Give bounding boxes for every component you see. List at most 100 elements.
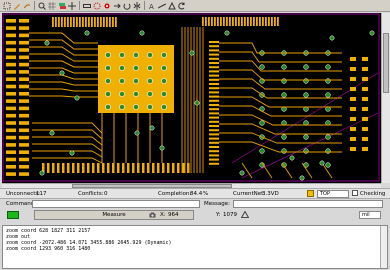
message-label: Message: — [204, 201, 230, 207]
ruler-icon[interactable] — [157, 1, 166, 10]
pad — [232, 17, 234, 26]
pad — [19, 70, 29, 74]
pad — [52, 17, 54, 27]
pad — [112, 163, 115, 173]
text-icon[interactable]: A — [147, 1, 156, 10]
pad — [57, 163, 60, 173]
zoom-icon[interactable] — [37, 1, 46, 10]
unit-select[interactable]: mil — [359, 211, 381, 219]
pad — [350, 87, 356, 91]
pad — [122, 163, 125, 173]
pad — [88, 17, 90, 27]
pad — [132, 163, 135, 173]
scroll-thumb[interactable] — [383, 33, 389, 93]
pad — [19, 26, 29, 30]
pad — [167, 163, 170, 173]
conflicts-value: 0 — [104, 191, 108, 197]
checking-label: Checking — [360, 191, 386, 197]
toolbar-separator — [144, 1, 145, 10]
trace — [219, 69, 342, 81]
console-output[interactable]: zoom coord 628 1827 311 2157 zoom out zo… — [2, 225, 388, 269]
route-icon[interactable] — [22, 1, 31, 10]
via — [161, 104, 167, 110]
cut-icon[interactable] — [92, 1, 101, 10]
pad — [72, 163, 75, 173]
flip-icon[interactable] — [112, 1, 121, 10]
layer-select-value: TOP — [320, 191, 331, 197]
pad — [247, 17, 249, 26]
via — [259, 120, 265, 126]
pad — [6, 121, 16, 125]
via — [299, 175, 305, 181]
pad — [92, 163, 95, 173]
pad — [209, 74, 219, 77]
pad — [76, 17, 78, 27]
measure-icon[interactable] — [82, 1, 91, 10]
via — [69, 150, 75, 156]
pad — [109, 17, 111, 27]
pad — [209, 91, 219, 94]
via-icon[interactable] — [102, 1, 111, 10]
toolbar: A — [0, 0, 390, 12]
pad — [209, 104, 219, 106]
pad — [262, 17, 264, 26]
drc-icon[interactable] — [167, 1, 176, 10]
via — [281, 78, 287, 84]
grid-icon[interactable] — [47, 1, 56, 10]
layers-icon[interactable] — [57, 1, 66, 10]
pad — [6, 92, 16, 96]
pcb-board[interactable] — [2, 13, 381, 183]
via — [147, 65, 153, 71]
pad — [19, 172, 29, 176]
trace — [29, 88, 98, 92]
command-input[interactable] — [32, 200, 200, 208]
pad — [209, 133, 219, 136]
checking-checkbox[interactable] — [352, 190, 358, 196]
pad — [209, 99, 219, 102]
vertical-scrollbar[interactable] — [381, 13, 390, 183]
pad — [6, 26, 16, 30]
via — [133, 104, 139, 110]
y-value: 1079 — [223, 212, 237, 218]
pencil-icon[interactable] — [12, 1, 21, 10]
via — [119, 78, 125, 84]
via — [161, 78, 167, 84]
via — [139, 30, 145, 36]
rotate-icon[interactable] — [122, 1, 131, 10]
undo-icon[interactable] — [177, 1, 186, 10]
pan-icon[interactable] — [67, 1, 76, 10]
pad — [67, 163, 70, 173]
via — [133, 65, 139, 71]
pad — [209, 120, 219, 123]
via — [239, 170, 245, 176]
status-indicator-button[interactable] — [7, 211, 19, 219]
pad — [19, 48, 29, 52]
pad — [209, 141, 219, 144]
via — [281, 64, 287, 70]
measure-button-label: Measure — [102, 212, 126, 218]
pad — [209, 108, 219, 111]
delta-icon[interactable] — [240, 210, 250, 220]
pad — [350, 97, 356, 101]
trace — [219, 87, 342, 99]
pad — [220, 17, 222, 26]
x-value: 964 — [168, 212, 179, 218]
mirror-icon[interactable] — [132, 1, 141, 10]
pad — [117, 163, 120, 173]
trace — [219, 42, 342, 54]
camera-icon[interactable] — [149, 212, 156, 220]
pad — [6, 113, 16, 118]
console-scrollbar[interactable] — [380, 226, 387, 268]
select-icon[interactable] — [2, 1, 11, 10]
pcb-canvas[interactable] — [2, 13, 381, 183]
pad — [256, 17, 258, 26]
pad — [19, 113, 29, 118]
pad — [106, 17, 108, 27]
via — [149, 125, 155, 131]
pad — [350, 77, 356, 81]
via — [133, 91, 139, 97]
pad — [362, 117, 368, 121]
layer-select[interactable]: TOP — [317, 190, 349, 198]
pad — [62, 163, 65, 173]
pad — [82, 17, 84, 27]
